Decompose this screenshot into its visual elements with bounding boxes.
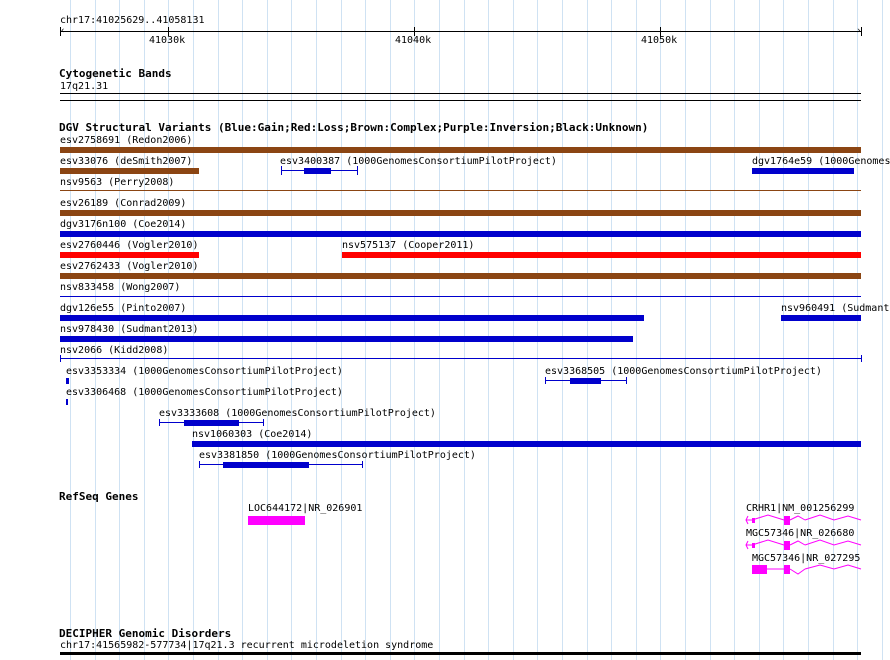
decipher-feature[interactable] xyxy=(60,652,861,655)
genome-browser-viewport[interactable]: chr17:41025629..41058131 ‹ › 41030k 4104… xyxy=(0,0,890,660)
gene-intron xyxy=(804,539,862,546)
gene-intron xyxy=(789,568,806,575)
gene-structures xyxy=(745,514,862,575)
decipher-item-label[interactable]: chr17:41565982-577734|17q21.3 recurrent … xyxy=(60,640,433,652)
gene-intron xyxy=(751,514,785,521)
gene-exon xyxy=(752,543,755,548)
gene-intron xyxy=(804,514,862,521)
gene-exon xyxy=(752,565,767,574)
gene-intron xyxy=(789,515,806,521)
gene-exon xyxy=(784,516,790,525)
gene-intron xyxy=(789,540,806,546)
decipher-track-title[interactable]: DECIPHER Genomic Disorders xyxy=(59,627,231,640)
gene-exon xyxy=(784,541,790,550)
gene-intron xyxy=(751,539,785,546)
gene-exon xyxy=(752,518,755,523)
gene-exon xyxy=(784,565,790,574)
gene-intron xyxy=(804,564,862,570)
